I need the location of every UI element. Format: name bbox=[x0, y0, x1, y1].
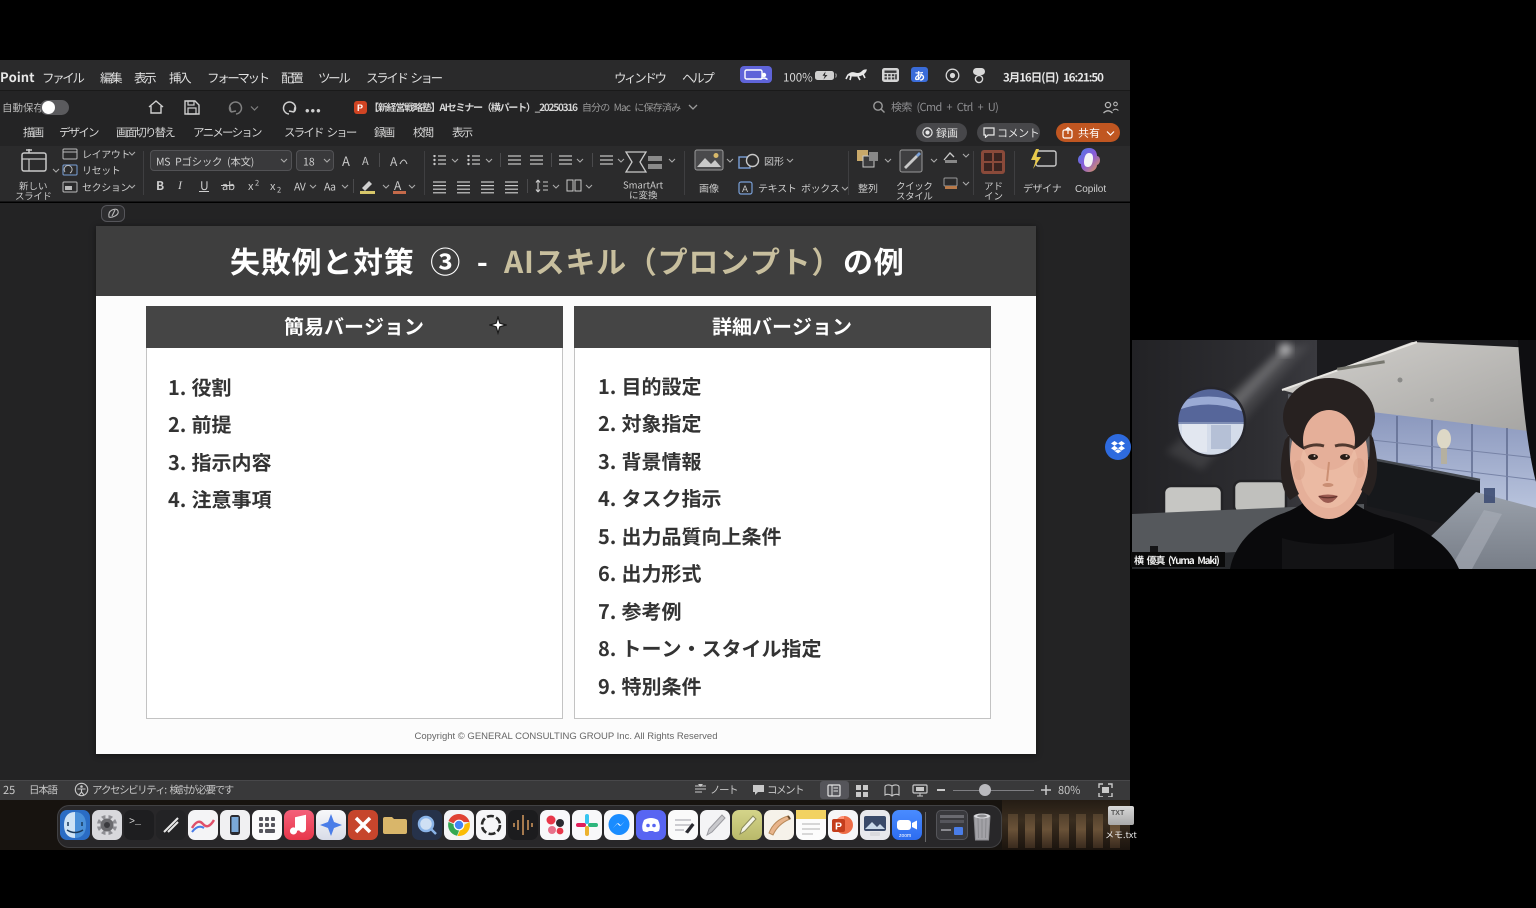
svg-text:>_: >_ bbox=[129, 817, 142, 828]
svg-text:A: A bbox=[742, 184, 748, 194]
svg-text:P: P bbox=[835, 821, 842, 833]
svg-text:zoom: zoom bbox=[899, 833, 911, 839]
